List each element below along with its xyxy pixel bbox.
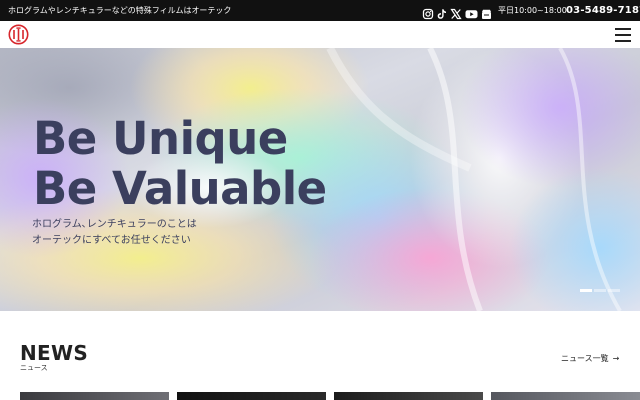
hamburger-menu-icon[interactable] (612, 27, 632, 42)
slider-dot[interactable] (608, 289, 620, 292)
oatec-logo[interactable] (8, 24, 29, 45)
site-header (0, 21, 640, 48)
news-list-link[interactable]: ニュース一覧 → (561, 353, 619, 364)
hero-headline-line1: Be Unique (33, 112, 288, 165)
x-icon[interactable] (450, 5, 462, 20)
hero-subtext: ホログラム､レンチキュラーのことは オーテックにすべてお任せください (32, 217, 197, 249)
hero-subtext-line1: ホログラム､レンチキュラーのことは (32, 219, 197, 230)
news-card-thumbnail[interactable] (177, 392, 326, 400)
news-card-thumbnail[interactable] (20, 392, 169, 400)
arrow-right-icon: → (612, 354, 620, 363)
news-list-link-label: ニュース一覧 (561, 354, 609, 363)
hero-banner: Be Unique Be Valuable ホログラム､レンチキュラーのことは … (0, 48, 640, 311)
phone-number[interactable]: 03-5489-7187 (566, 4, 640, 17)
site-tagline: ホログラムやレンチキュラーなどの特殊フィルムはオーテック (8, 6, 232, 15)
hero-subtext-line2: オーテックにすべてお任せください (32, 235, 191, 246)
hero-headline-line2: Be Valuable (33, 162, 327, 215)
slider-dot-active[interactable] (580, 289, 592, 292)
hero-headline: Be Unique Be Valuable (33, 114, 327, 214)
youtube-icon[interactable] (465, 5, 478, 19)
news-card-thumbnail[interactable] (334, 392, 483, 400)
news-section-subtitle: ニュース (20, 364, 48, 372)
business-hours: 平日10:00~18:00 (498, 6, 567, 15)
news-section-title: NEWS (20, 341, 89, 365)
news-card-thumbnail[interactable] (491, 392, 640, 400)
tiktok-icon[interactable] (436, 5, 448, 19)
slider-dot[interactable] (594, 289, 606, 292)
shop-icon[interactable] (481, 5, 492, 19)
top-info-bar: ホログラムやレンチキュラーなどの特殊フィルムはオーテック 平日10:00~18:… (0, 0, 640, 21)
instagram-icon[interactable] (422, 5, 434, 20)
